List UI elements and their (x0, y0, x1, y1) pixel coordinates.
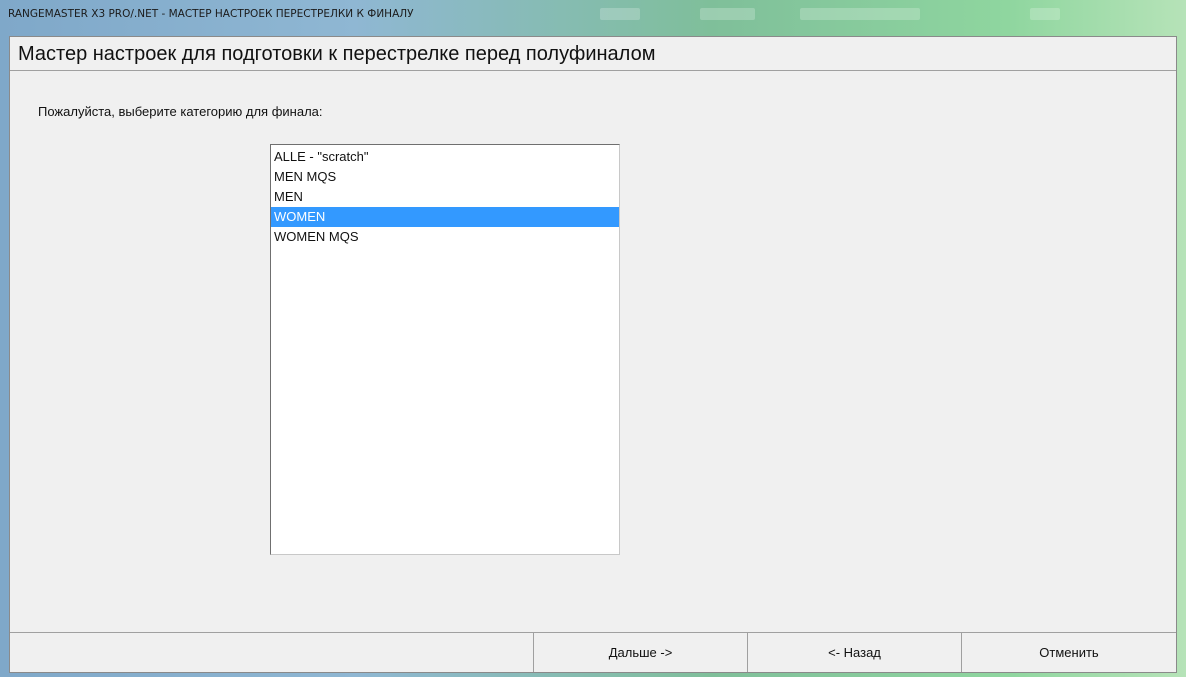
next-button[interactable]: Дальше -> (534, 633, 748, 672)
app-window: RANGEMASTER X3 PRO/.NET - МАСТЕР НАСТРОЕ… (0, 0, 1186, 677)
category-listbox[interactable]: ALLE - "scratch" MEN MQS MEN WOMEN WOMEN MQS (270, 144, 620, 555)
title-bar-blur (1030, 8, 1060, 20)
wizard-heading: Мастер настроек для подготовки к перестр… (10, 37, 1176, 71)
back-button[interactable]: <- Назад (748, 633, 962, 672)
cancel-button[interactable]: Отменить (962, 633, 1176, 672)
title-bar-blur (700, 8, 755, 20)
category-list-item[interactable]: WOMEN (271, 207, 619, 227)
category-list-item[interactable]: MEN MQS (271, 167, 619, 187)
footer-spacer (10, 633, 534, 672)
title-bar-blur (800, 8, 920, 20)
category-list-item[interactable]: WOMEN MQS (271, 227, 619, 247)
title-bar[interactable]: RANGEMASTER X3 PRO/.NET - МАСТЕР НАСТРОЕ… (0, 0, 1186, 36)
wizard-footer: Дальше -> <- Назад Отменить (10, 632, 1176, 672)
title-bar-blur (600, 8, 640, 20)
category-list-item[interactable]: MEN (271, 187, 619, 207)
window-title: RANGEMASTER X3 PRO/.NET - МАСТЕР НАСТРОЕ… (8, 8, 414, 20)
category-list-item[interactable]: ALLE - "scratch" (271, 147, 619, 167)
wizard-panel: Мастер настроек для подготовки к перестр… (9, 36, 1177, 673)
category-prompt: Пожалуйста, выберите категорию для финал… (38, 104, 323, 119)
